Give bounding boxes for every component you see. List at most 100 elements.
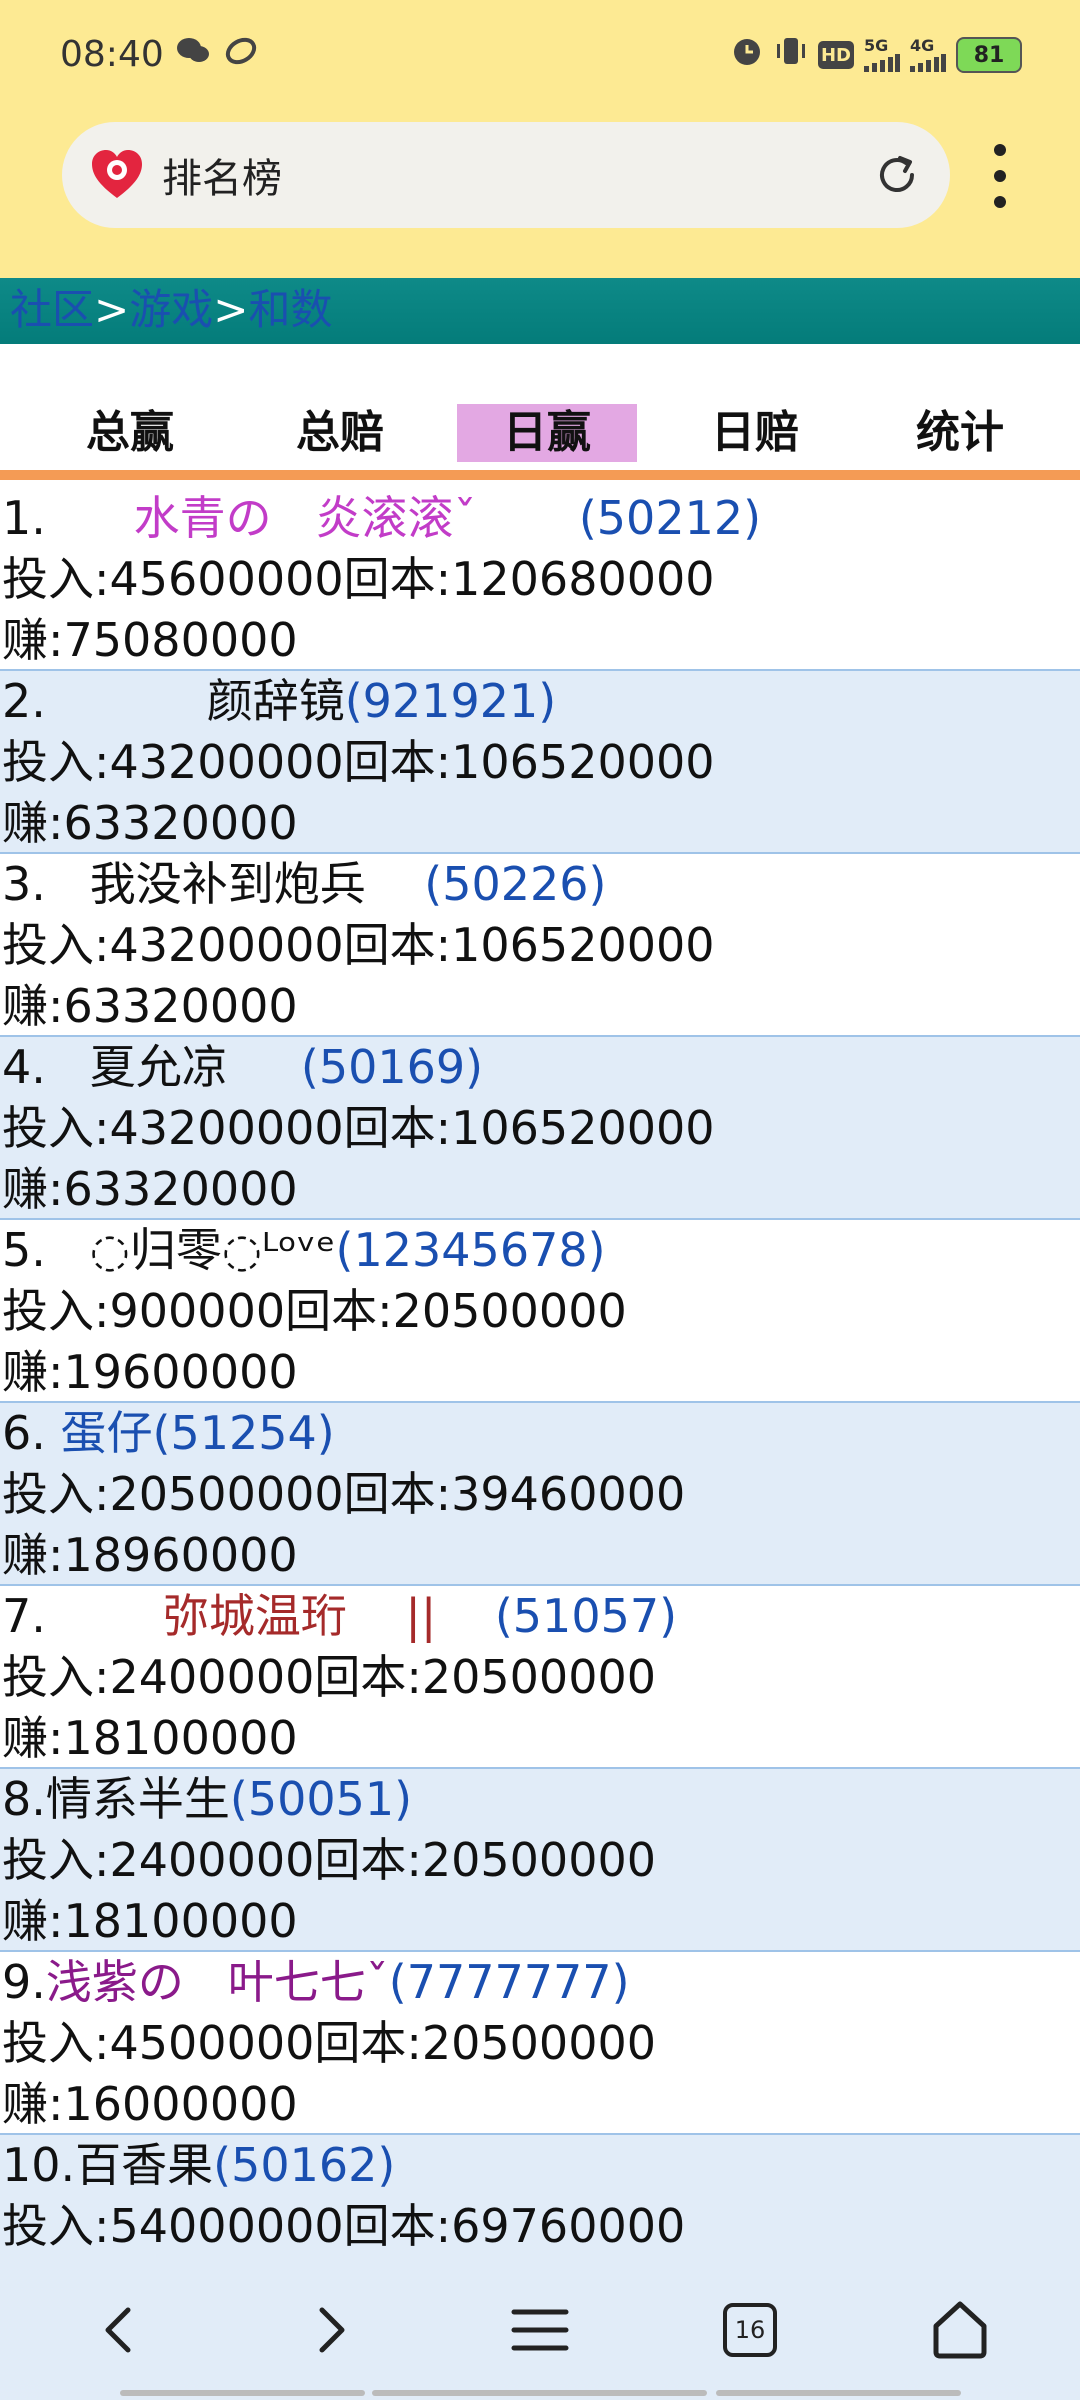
battery-indicator: 81 xyxy=(956,37,1022,73)
player-id: (50162) xyxy=(213,2138,396,2192)
list-item[interactable]: 9.浅紫の 叶七七ˇ(7777777) 投入:4500000回本:2050000… xyxy=(0,1952,1080,2135)
stake-return: 投入:45600000回本:120680000 xyxy=(2,552,715,606)
leaf-icon xyxy=(225,36,257,74)
stake-return: 投入:20500000回本:39460000 xyxy=(2,1467,686,1521)
stake-return: 投入:43200000回本:106520000 xyxy=(2,918,715,972)
rank-number: 8. xyxy=(2,1772,46,1826)
home-icon[interactable] xyxy=(920,2290,1000,2370)
stake-return: 投入:4500000回本:20500000 xyxy=(2,2016,656,2070)
player-name[interactable]: 弥城温珩 || xyxy=(46,1589,495,1643)
tabs-icon[interactable]: 16 xyxy=(710,2290,790,2370)
rank-number: 6. xyxy=(2,1406,46,1460)
player-id: (50226) xyxy=(424,857,607,911)
player-name[interactable]: 水青の 炎滚滚ˇ xyxy=(46,491,579,545)
rank-number: 7. xyxy=(2,1589,46,1643)
list-item[interactable]: 8.情系半生(50051) 投入:2400000回本:20500000 赚:18… xyxy=(0,1769,1080,1952)
list-item[interactable]: 6. 蛋仔(51254) 投入:20500000回本:39460000 赚:18… xyxy=(0,1403,1080,1586)
player-name[interactable]: 百香果 xyxy=(75,2138,213,2192)
tab-divider xyxy=(0,470,1080,480)
chat-icon xyxy=(175,36,211,74)
player-id: (7777777) xyxy=(388,1955,630,2009)
hd-icon: HD xyxy=(818,41,854,69)
tab-total-win[interactable]: 总赢 xyxy=(40,404,220,462)
profit: 赚:16000000 xyxy=(2,2077,298,2131)
rank-number: 2. xyxy=(2,674,46,728)
rank-number: 10. xyxy=(2,2138,76,2192)
stake-return: 投入:2400000回本:20500000 xyxy=(2,1650,656,1704)
stake-return: 投入:54000000回本:69760000 xyxy=(2,2199,686,2253)
profit: 赚:19600000 xyxy=(2,1345,298,1399)
signal-5g-icon: 5G xyxy=(864,38,900,72)
stake-return: 投入:43200000回本:106520000 xyxy=(2,735,715,789)
player-id: (51254) xyxy=(152,1406,335,1460)
reload-icon[interactable] xyxy=(872,150,922,200)
net-4g-label: 4G xyxy=(910,36,935,55)
player-id: (50051) xyxy=(229,1772,413,1826)
rank-number: 1. xyxy=(2,491,46,545)
menu-icon[interactable] xyxy=(500,2290,580,2370)
profit: 赚:18100000 xyxy=(2,1894,298,1948)
breadcrumb-games[interactable]: 游戏 xyxy=(129,285,213,334)
tab-daily-loss[interactable]: 日赔 xyxy=(665,404,845,462)
tab-total-loss[interactable]: 总赔 xyxy=(250,404,430,462)
status-time: 08:40 xyxy=(60,34,164,75)
stake-return: 投入:43200000回本:106520000 xyxy=(2,1101,715,1155)
list-item[interactable]: 5. ◌归零◌ᴸᵒᵛᵉ(12345678) 投入:900000回本:205000… xyxy=(0,1220,1080,1403)
stake-return: 投入:900000回本:20500000 xyxy=(2,1284,627,1338)
player-id: (921921) xyxy=(344,674,557,728)
player-id: (51057) xyxy=(494,1589,678,1643)
player-name[interactable]: ◌归零◌ᴸᵒᵛᵉ xyxy=(46,1223,336,1277)
tab-daily-win[interactable]: 日赢 xyxy=(457,404,637,462)
tab-statistics[interactable]: 统计 xyxy=(870,404,1050,462)
back-icon[interactable] xyxy=(80,2290,160,2370)
vibrate-icon xyxy=(774,34,808,76)
signal-4g-icon: 4G xyxy=(910,38,946,72)
gesture-bar-segment xyxy=(372,2390,707,2396)
site-favicon-icon xyxy=(88,146,146,204)
alarm-icon xyxy=(730,34,764,76)
more-menu-icon[interactable] xyxy=(990,144,1010,208)
ranking-tabs: 总赢 总赔 日赢 日赔 统计 xyxy=(0,398,1080,466)
list-item[interactable]: 7. 弥城温珩 || (51057) 投入:2400000回本:20500000… xyxy=(0,1586,1080,1769)
player-id: (50169) xyxy=(300,1040,484,1094)
breadcrumb-separator: > xyxy=(94,285,130,334)
ranking-list: 1. 水青の 炎滚滚ˇ (50212) 投入:45600000回本:120680… xyxy=(0,488,1080,2318)
player-id: (12345678) xyxy=(335,1223,606,1277)
player-name[interactable]: 浅紫の 叶七七ˇ xyxy=(46,1955,389,2009)
status-left-icons xyxy=(175,36,257,74)
list-item[interactable]: 2. 颜辞镜(921921) 投入:43200000回本:106520000 赚… xyxy=(0,671,1080,854)
player-name[interactable]: 我没补到炮兵 xyxy=(46,857,424,911)
player-name[interactable]: 颜辞镜 xyxy=(46,674,345,728)
list-item[interactable]: 4. 夏允凉 (50169) 投入:43200000回本:106520000 赚… xyxy=(0,1037,1080,1220)
status-bar: 08:40 HD 5G 4G 81 xyxy=(0,0,1080,112)
page-title: 排名榜 xyxy=(162,156,282,202)
list-item[interactable]: 3. 我没补到炮兵 (50226) 投入:43200000回本:10652000… xyxy=(0,854,1080,1037)
forward-icon[interactable] xyxy=(290,2290,370,2370)
player-id: (50212) xyxy=(578,491,762,545)
profit: 赚:63320000 xyxy=(2,796,298,850)
rank-number: 9. xyxy=(2,1955,46,2009)
player-name[interactable]: 蛋仔 xyxy=(46,1406,153,1460)
breadcrumb-community[interactable]: 社区 xyxy=(0,285,94,334)
rank-number: 3. xyxy=(2,857,46,911)
rank-number: 4. xyxy=(2,1040,46,1094)
status-right-icons: HD 5G 4G 81 xyxy=(730,34,1022,76)
rank-number: 5. xyxy=(2,1223,46,1277)
profit: 赚:18960000 xyxy=(2,1528,298,1582)
net-5g-label: 5G xyxy=(864,36,889,55)
address-bar[interactable]: 排名榜 xyxy=(62,122,950,228)
profit: 赚:75080000 xyxy=(2,613,298,667)
gesture-bar-segment xyxy=(120,2390,365,2396)
breadcrumb-separator: > xyxy=(213,285,249,334)
player-name[interactable]: 夏允凉 xyxy=(46,1040,301,1094)
player-name[interactable]: 情系半生 xyxy=(46,1772,230,1826)
gesture-bar-segment xyxy=(716,2390,961,2396)
stake-return: 投入:2400000回本:20500000 xyxy=(2,1833,656,1887)
profit: 赚:63320000 xyxy=(2,1162,298,1216)
breadcrumb: 社区>游戏>和数 xyxy=(0,278,1080,344)
breadcrumb-hesu[interactable]: 和数 xyxy=(248,285,332,334)
bottom-navigation: 16 xyxy=(0,2250,1080,2400)
tab-count: 16 xyxy=(723,2303,777,2357)
profit: 赚:18100000 xyxy=(2,1711,298,1765)
list-item[interactable]: 1. 水青の 炎滚滚ˇ (50212) 投入:45600000回本:120680… xyxy=(0,488,1080,671)
